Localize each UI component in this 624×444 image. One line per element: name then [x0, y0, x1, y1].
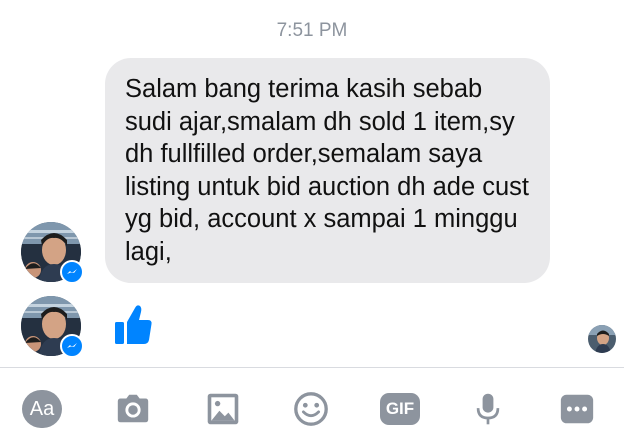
messenger-badge-icon — [60, 334, 84, 358]
more-icon[interactable] — [557, 389, 597, 429]
like-icon[interactable] — [113, 302, 153, 346]
message-text: Salam bang terima kasih sebab sudi ajar,… — [125, 75, 530, 266]
chat-screen: 7:51 PM Salam bang terima kasih sebab su… — [0, 0, 624, 444]
gallery-icon[interactable] — [203, 389, 243, 429]
emoji-icon[interactable] — [291, 389, 331, 429]
message-timestamp: 7:51 PM — [276, 20, 348, 41]
sender-avatar[interactable] — [21, 222, 84, 284]
gif-label: GIF — [380, 393, 420, 425]
message-bubble[interactable]: Salam bang terima kasih sebab sudi ajar,… — [105, 58, 550, 283]
text-input-button[interactable]: Aa — [22, 389, 62, 429]
camera-icon[interactable] — [113, 389, 153, 429]
read-receipt-avatar — [588, 325, 616, 353]
text-button-label: Aa — [22, 390, 62, 428]
gif-button[interactable]: GIF — [380, 389, 420, 429]
sender-avatar[interactable] — [21, 296, 84, 358]
microphone-icon[interactable] — [468, 389, 508, 429]
messenger-badge-icon — [60, 260, 84, 284]
composer-toolbar: Aa GIF — [0, 367, 624, 444]
